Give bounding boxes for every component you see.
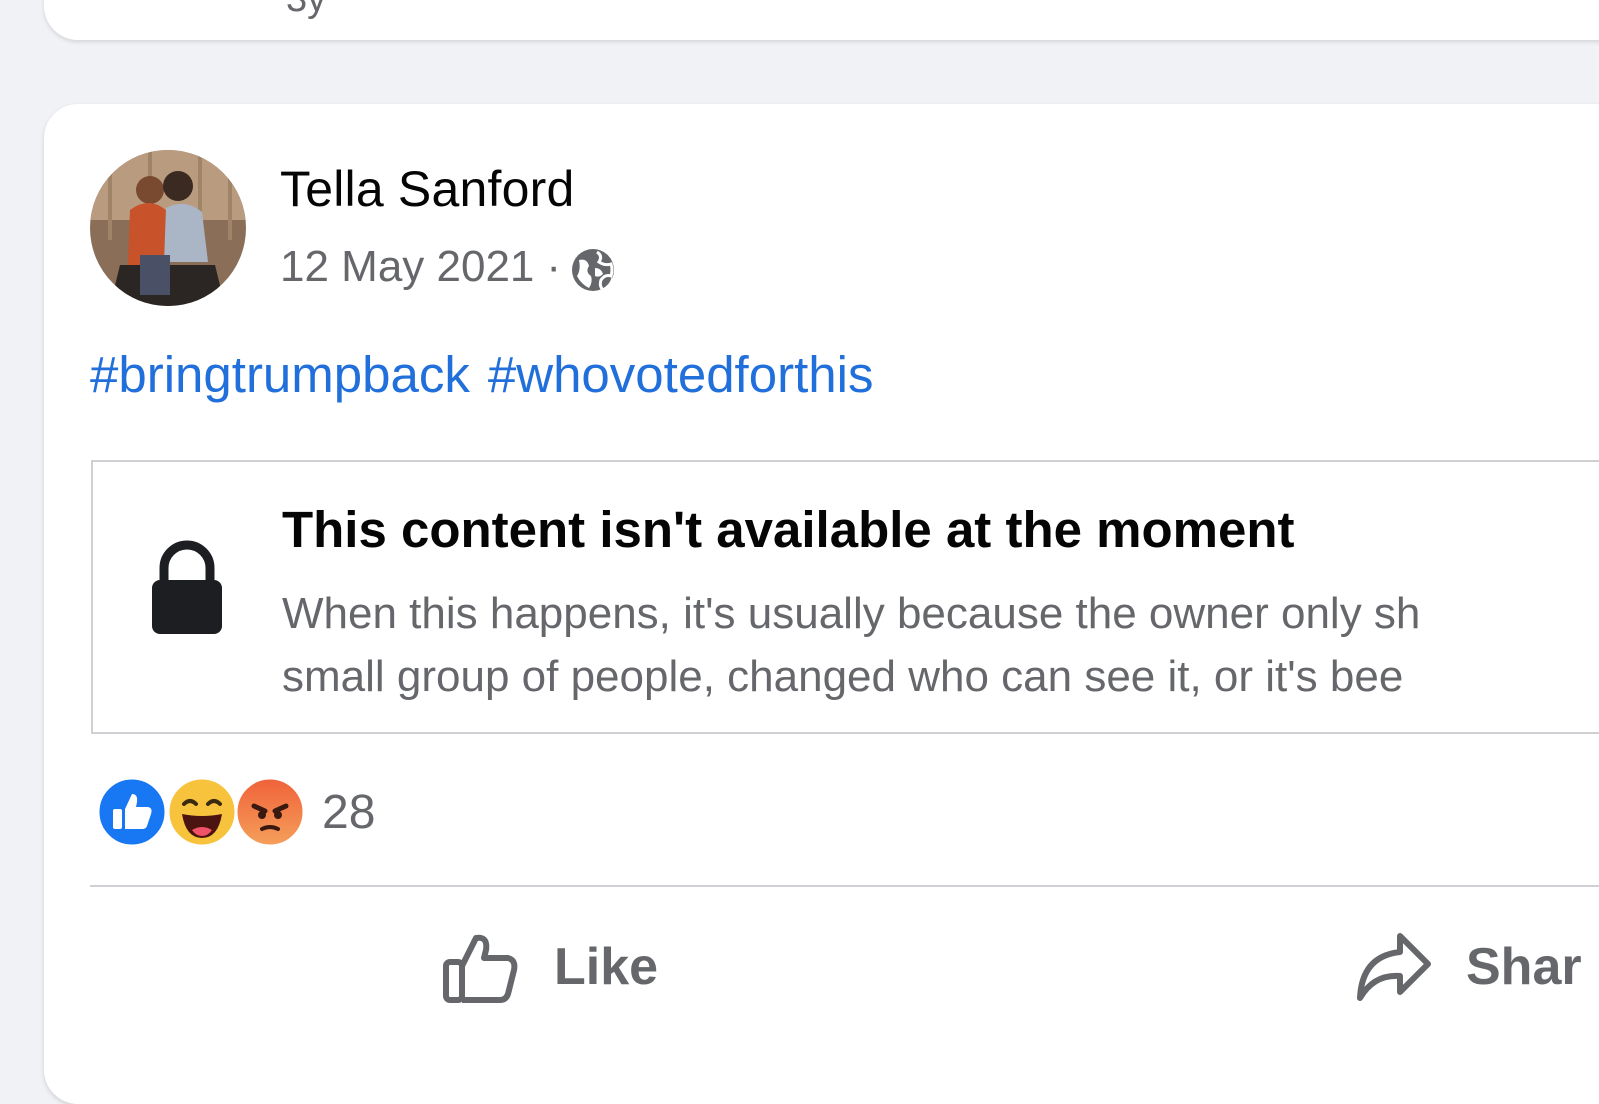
reaction-count[interactable]: 28 <box>322 785 375 840</box>
post-meta: 12 May 2021 · <box>280 240 617 294</box>
unavailable-description: When this happens, it's usually because … <box>282 582 1599 708</box>
hashtag-link[interactable]: #whovotedforthis <box>488 345 874 404</box>
actions-divider <box>90 885 1599 887</box>
post-date[interactable]: 12 May 2021 <box>280 242 534 292</box>
lock-icon <box>152 540 222 634</box>
previous-post-card <box>44 0 1599 40</box>
hashtag-link[interactable]: #bringtrumpback <box>90 345 470 404</box>
previous-post-timestamp[interactable]: 3y <box>286 0 326 21</box>
thumbs-up-icon <box>443 934 518 1003</box>
unavailable-description-line: small group of people, changed who can s… <box>282 652 1404 701</box>
like-reaction-icon <box>96 776 168 848</box>
globe-icon[interactable] <box>569 246 617 294</box>
like-label: Like <box>554 938 659 996</box>
meta-separator: · <box>546 242 562 291</box>
unavailable-title: This content isn't available at the mome… <box>282 501 1295 558</box>
avatar-photo <box>90 150 246 306</box>
author-name[interactable]: Tella Sanford <box>280 160 574 218</box>
reaction-icons[interactable] <box>96 776 306 848</box>
avatar[interactable] <box>90 150 246 306</box>
angry-reaction-icon <box>234 776 306 848</box>
hashtags: #bringtrumpback #whovotedforthis <box>90 345 873 404</box>
share-icon <box>1357 933 1431 1001</box>
share-label: Shar <box>1466 938 1582 996</box>
unavailable-description-line: When this happens, it's usually because … <box>282 589 1421 638</box>
share-button[interactable]: Shar <box>1352 922 1582 1012</box>
like-button[interactable]: Like <box>440 922 658 1012</box>
haha-reaction-icon <box>166 776 238 848</box>
